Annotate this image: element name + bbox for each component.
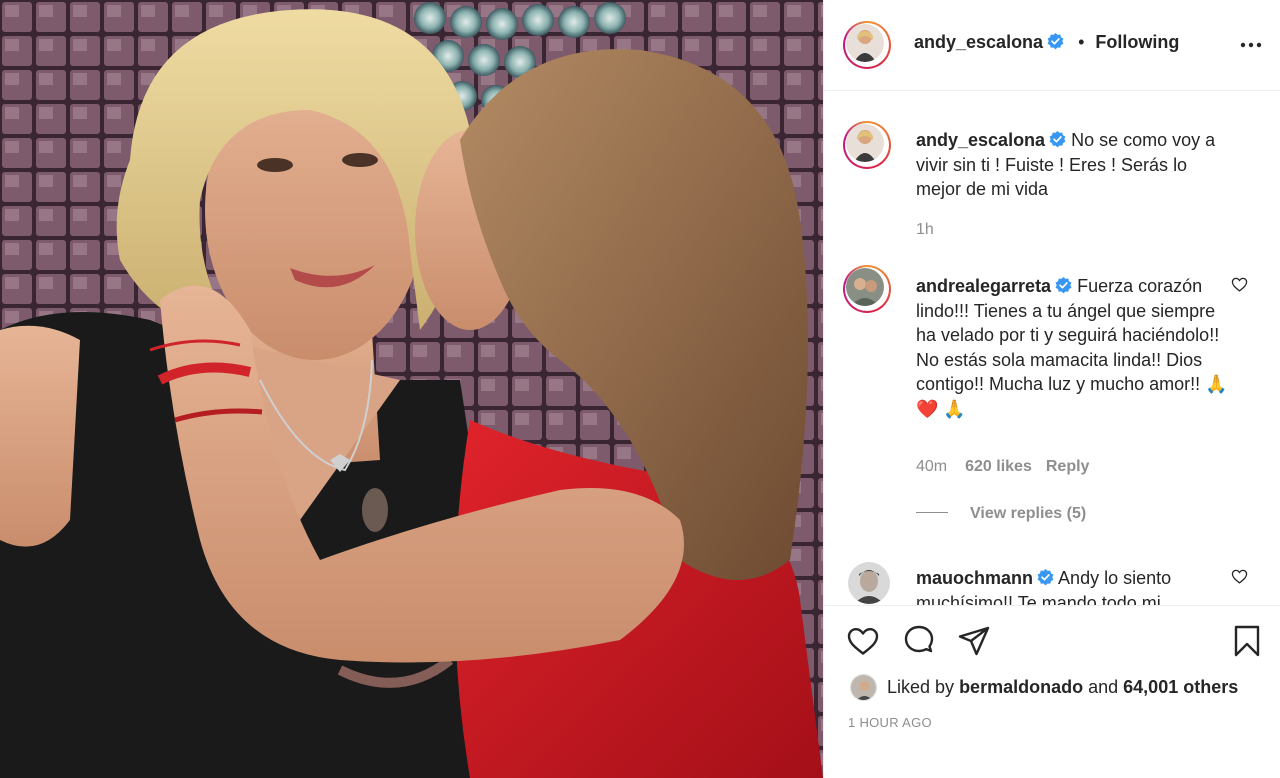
share-icon[interactable] [957, 624, 991, 658]
comment-item: mauochmann Andy lo siento muchísimo!! Te… [824, 529, 1280, 605]
liker-avatar-image [851, 674, 876, 700]
post-side-panel: andy_escalona • Following andy_escalona … [823, 0, 1280, 778]
bookmark-icon[interactable] [1230, 624, 1264, 658]
comment-username[interactable]: andrealegarreta [916, 276, 1051, 296]
comment-time[interactable]: 40m [916, 458, 947, 475]
comment-username[interactable]: mauochmann [916, 568, 1033, 588]
header-username[interactable]: andy_escalona [914, 32, 1043, 52]
avatar-image [846, 268, 884, 306]
comment-like-heart-icon[interactable] [1231, 276, 1248, 293]
post-timestamp[interactable]: 1 HOUR AGO [848, 715, 932, 730]
comment-username[interactable]: andy_escalona [916, 130, 1045, 150]
avatar-image [846, 24, 884, 62]
reply-button[interactable]: Reply [1046, 458, 1090, 475]
avatar[interactable] [843, 121, 891, 169]
view-replies-button[interactable]: View replies (5) [916, 505, 1086, 523]
verified-badge-icon [1055, 277, 1072, 294]
comments-list[interactable]: andy_escalona No se como voy a vivir sin… [824, 91, 1280, 605]
comment-icon[interactable] [902, 624, 936, 658]
post-header: andy_escalona • Following [824, 0, 1280, 91]
photo-illustration [0, 0, 823, 778]
avatar[interactable] [843, 265, 891, 313]
comment-item: andrealegarreta Fuerza corazón lindo!!! … [824, 237, 1280, 537]
liked-by: Liked by bermaldonado and 64,001 others [850, 671, 1238, 703]
verified-badge-icon [1037, 569, 1054, 586]
caption-comment: andy_escalona No se como voy a vivir sin… [824, 91, 1280, 241]
verified-badge-icon [1047, 33, 1064, 50]
instagram-post: andy_escalona • Following andy_escalona … [0, 0, 1280, 778]
liked-by-and: and [1088, 676, 1119, 697]
comment-body: mauochmann Andy lo siento muchísimo!! Te… [916, 566, 1234, 605]
following-button[interactable]: Following [1095, 32, 1179, 52]
comment-meta: 40m 620 likes Reply [916, 458, 1089, 476]
avatar[interactable] [843, 557, 891, 605]
liked-by-prefix: Liked by [887, 676, 955, 697]
comment-body: andrealegarreta Fuerza corazón lindo!!! … [916, 274, 1234, 421]
liked-by-others[interactable]: 64,001 others [1123, 677, 1238, 698]
view-replies-label: View replies (5) [970, 505, 1087, 522]
header-user: andy_escalona • Following [914, 32, 1179, 53]
liker-avatar[interactable] [850, 673, 877, 701]
avatar-image [848, 562, 890, 604]
comment-like-heart-icon[interactable] [1231, 568, 1248, 585]
heart-icon[interactable] [846, 624, 880, 658]
comment-likes[interactable]: 620 likes [965, 458, 1032, 475]
more-icon[interactable] [1239, 35, 1263, 55]
comment-body: andy_escalona No se como voy a vivir sin… [916, 128, 1234, 202]
avatar-image [846, 124, 884, 162]
view-replies-line [916, 512, 948, 513]
post-photo[interactable] [0, 0, 823, 778]
avatar[interactable] [843, 21, 891, 69]
liked-by-user[interactable]: bermaldonado [959, 677, 1083, 698]
header-separator: • [1078, 32, 1085, 52]
verified-badge-icon [1049, 131, 1066, 148]
comment-time[interactable]: 1h [916, 221, 934, 238]
post-actions: Liked by bermaldonado and 64,001 others … [824, 605, 1280, 778]
